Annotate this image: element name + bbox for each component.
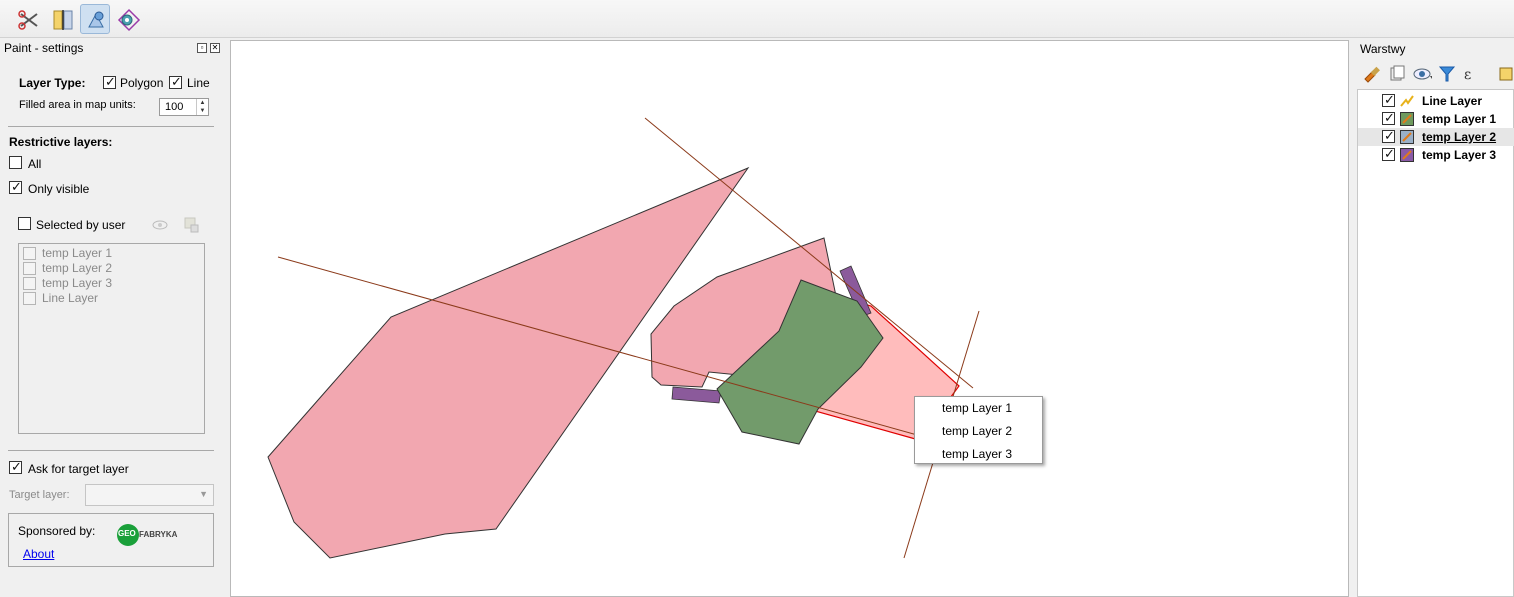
list-item-checkbox[interactable] xyxy=(23,292,36,305)
filled-area-label: Filled area in map units: xyxy=(19,99,136,111)
layers-panel: Warstwy ε Line Layer xyxy=(1352,39,1514,597)
list-item-checkbox[interactable] xyxy=(23,277,36,290)
layer-visibility-checkbox[interactable] xyxy=(1382,110,1395,126)
divider xyxy=(8,126,214,127)
vertex-tool-icon xyxy=(53,10,73,30)
filter-icon[interactable] xyxy=(1437,64,1457,84)
menu-item-temp-layer-2[interactable]: temp Layer 2 xyxy=(915,420,1042,442)
line-checkbox[interactable] xyxy=(169,74,182,90)
only-visible-checkbox[interactable] xyxy=(9,179,22,195)
filled-area-value: 100 xyxy=(165,101,184,113)
list-item: temp Layer 2 xyxy=(42,261,113,275)
menu-item-temp-layer-3[interactable]: temp Layer 3 xyxy=(915,443,1042,465)
map-drawing xyxy=(267,117,980,559)
layer-type-label: Layer Type: xyxy=(19,76,86,90)
layer-visibility-checkbox[interactable] xyxy=(1382,146,1395,162)
ask-target-label: Ask for target layer xyxy=(28,462,129,476)
polygon-layer-icon xyxy=(1400,112,1414,126)
paint-tool-icon xyxy=(88,11,104,28)
layer-name: temp Layer 3 xyxy=(1422,148,1497,162)
paint-settings-panel: Paint - settings ▫ ✕ Layer Type: Polygon… xyxy=(0,39,226,597)
layer-row-temp-layer-2[interactable]: temp Layer 2 xyxy=(1358,128,1514,146)
chevron-down-icon: ▼ xyxy=(199,489,208,499)
layer-select-icon[interactable] xyxy=(184,217,200,233)
logo-fabryka: FABRYKA xyxy=(139,530,178,539)
restrictive-layers-list[interactable]: temp Layer 1 temp Layer 2 temp Layer 3 L… xyxy=(18,243,205,434)
visibility-eye-icon[interactable] xyxy=(1412,64,1432,84)
expression-filter-icon[interactable]: ε xyxy=(1462,64,1482,84)
all-label: All xyxy=(28,157,42,171)
polygon-layer-icon xyxy=(1400,148,1414,162)
map-canvas[interactable] xyxy=(230,40,1349,597)
line-layer-icon xyxy=(1400,95,1414,107)
layer-row-temp-layer-1[interactable]: temp Layer 1 xyxy=(1358,110,1514,128)
scissors-icon xyxy=(18,10,38,30)
list-item: temp Layer 1 xyxy=(42,246,113,260)
main-toolbar xyxy=(0,0,1514,38)
restrictive-layers-label: Restrictive layers: xyxy=(9,135,113,149)
split-features-button[interactable] xyxy=(13,4,43,34)
spin-arrows-icon[interactable]: ▲ ▼ xyxy=(196,99,208,115)
svg-text:ε: ε xyxy=(1464,67,1471,83)
layer-name: Line Layer xyxy=(1422,94,1483,108)
left-splitter[interactable] xyxy=(226,39,229,597)
sponsored-label: Sponsored by: xyxy=(18,524,96,538)
divider xyxy=(8,450,214,451)
filled-area-spinbox[interactable]: 100 ▲ ▼ xyxy=(159,98,209,116)
layers-tree[interactable]: Line Layer temp Layer 1 temp Layer 2 xyxy=(1357,89,1514,597)
layer-name: temp Layer 1 xyxy=(1422,112,1497,126)
polygon-layer-icon xyxy=(1400,130,1414,144)
float-panel-icon[interactable]: ▫ xyxy=(197,43,207,53)
close-panel-icon[interactable]: ✕ xyxy=(210,43,220,53)
layer-context-menu: temp Layer 1 temp Layer 2 temp Layer 3 xyxy=(914,396,1043,464)
polygon-checkbox[interactable] xyxy=(103,74,116,90)
paint-tool-button[interactable] xyxy=(80,4,110,34)
layer-visibility-checkbox[interactable] xyxy=(1382,92,1395,108)
target-layer-label: Target layer: xyxy=(9,489,70,501)
selected-by-user-checkbox[interactable] xyxy=(18,217,31,230)
add-group-icon[interactable] xyxy=(1387,64,1407,84)
about-link[interactable]: About xyxy=(23,547,54,561)
list-item-checkbox[interactable] xyxy=(23,247,36,260)
selected-by-user-label: Selected by user xyxy=(36,218,126,232)
reshape-tool-button[interactable] xyxy=(47,4,77,34)
node-tool-icon xyxy=(117,8,141,32)
layer-row-temp-layer-3[interactable]: temp Layer 3 xyxy=(1358,146,1514,164)
line-label: Line xyxy=(187,76,210,90)
logo-geo: GEO xyxy=(118,529,136,538)
eye-icon[interactable] xyxy=(152,219,168,231)
layer-row-line-layer[interactable]: Line Layer xyxy=(1358,92,1514,110)
style-brush-icon[interactable] xyxy=(1362,64,1382,84)
target-layer-combo[interactable]: ▼ xyxy=(85,484,214,506)
menu-item-temp-layer-1[interactable]: temp Layer 1 xyxy=(915,397,1042,419)
only-visible-label: Only visible xyxy=(28,182,90,196)
purple-strip-left[interactable] xyxy=(671,386,722,404)
node-tool-button[interactable] xyxy=(113,4,143,34)
all-checkbox[interactable] xyxy=(9,156,22,169)
panel-title: Paint - settings xyxy=(4,41,84,55)
sponsor-box: Sponsored by: About GEO FABRYKA xyxy=(8,513,214,567)
list-item-checkbox[interactable] xyxy=(23,262,36,275)
layer-visibility-checkbox[interactable] xyxy=(1382,128,1395,144)
list-item: Line Layer xyxy=(42,291,99,305)
layer-name: temp Layer 2 xyxy=(1422,130,1497,144)
list-item: temp Layer 3 xyxy=(42,276,113,290)
polygon-label: Polygon xyxy=(120,76,164,90)
geofabryka-logo[interactable]: GEO FABRYKA xyxy=(117,524,187,546)
ask-target-checkbox[interactable] xyxy=(9,459,22,475)
layers-panel-title: Warstwy xyxy=(1360,42,1406,56)
layer-properties-icon[interactable] xyxy=(1498,64,1514,84)
